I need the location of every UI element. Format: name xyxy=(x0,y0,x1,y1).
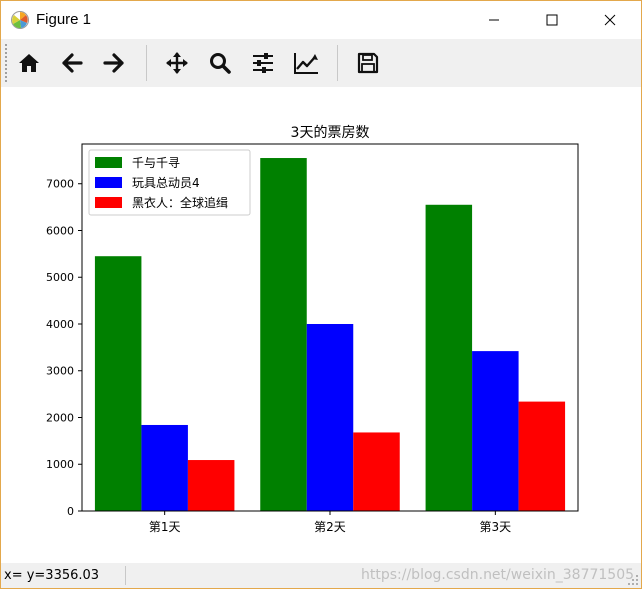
zoom-button[interactable] xyxy=(204,47,236,79)
window-title: Figure 1 xyxy=(36,11,92,28)
maximize-icon xyxy=(546,14,558,26)
y-tick-label: 1000 xyxy=(46,458,74,471)
bar xyxy=(187,460,235,511)
navigation-toolbar xyxy=(1,39,641,87)
status-bar: x= y=3356.03 https://blog.csdn.net/weixi… xyxy=(1,563,641,588)
y-tick-label: 6000 xyxy=(46,224,74,237)
bar xyxy=(425,204,473,511)
figure-window: Figure 1 3天的票房数 第1天 第2天 第3天 0 1000 2000 … xyxy=(0,0,642,589)
bar xyxy=(141,424,188,511)
figure-canvas[interactable]: 3天的票房数第1天 第2天 第3天 0 1000 2000 3000 4000 5000 6000… xyxy=(1,87,641,563)
y-tick-label: 4000 xyxy=(46,318,74,331)
bar xyxy=(353,432,400,511)
bar xyxy=(260,158,307,511)
zoom-icon xyxy=(210,53,231,74)
chart-title: 3天的票房数 xyxy=(291,125,370,141)
toolbar-separator xyxy=(146,45,147,81)
status-separator xyxy=(125,566,126,585)
bar xyxy=(518,401,566,511)
legend-swatch xyxy=(95,197,122,208)
arrow-left-icon xyxy=(62,53,83,73)
close-icon xyxy=(604,14,616,26)
bar xyxy=(472,351,519,511)
y-tick-label: 5000 xyxy=(46,271,74,284)
y-tick-label: 2000 xyxy=(46,411,74,424)
edit-axis-button[interactable] xyxy=(290,47,322,79)
forward-button[interactable] xyxy=(98,47,130,79)
toolbar-grip[interactable] xyxy=(4,43,8,83)
legend-label: 玩具总动员4 xyxy=(132,176,200,190)
x-tick-label: 第3天 xyxy=(480,520,512,534)
cursor-coordinates: x= y=3356.03 xyxy=(4,568,100,583)
bar xyxy=(94,256,142,511)
arrow-right-icon xyxy=(103,53,124,73)
toolbar-separator xyxy=(337,45,338,81)
legend-swatch xyxy=(95,177,122,188)
y-tick-label: 7000 xyxy=(46,178,74,191)
matplotlib-logo-icon xyxy=(11,11,29,29)
minimize-icon xyxy=(489,19,499,21)
save-icon xyxy=(357,52,379,74)
home-icon xyxy=(19,54,39,72)
y-tick-label: 3000 xyxy=(46,365,74,378)
resize-grip-icon[interactable] xyxy=(627,574,639,586)
bar-chart: 3天的票房数第1天 第2天 第3天 0 1000 2000 3000 4000 5000 6000… xyxy=(46,125,579,534)
y-tick-label: 0 xyxy=(67,505,74,518)
line-chart-icon xyxy=(294,53,318,74)
legend-swatch xyxy=(95,157,122,168)
watermark: https://blog.csdn.net/weixin_38771505 xyxy=(361,567,635,583)
minimize-button[interactable] xyxy=(471,1,517,39)
configure-subplots-button[interactable] xyxy=(247,47,279,79)
maximize-button[interactable] xyxy=(529,1,575,39)
move-icon xyxy=(166,52,188,74)
sliders-icon xyxy=(253,53,273,73)
back-button[interactable] xyxy=(56,47,88,79)
close-button[interactable] xyxy=(587,1,633,39)
save-button[interactable] xyxy=(352,47,384,79)
title-bar[interactable]: Figure 1 xyxy=(1,1,641,39)
pan-button[interactable] xyxy=(161,47,193,79)
home-button[interactable] xyxy=(13,47,45,79)
bar xyxy=(306,323,354,511)
x-tick-label: 第1天 xyxy=(149,520,181,534)
legend-label: 黑衣人：全球追缉 xyxy=(132,195,228,210)
x-tick-label: 第2天 xyxy=(314,520,346,534)
legend-label: 千与千寻 xyxy=(132,156,180,170)
